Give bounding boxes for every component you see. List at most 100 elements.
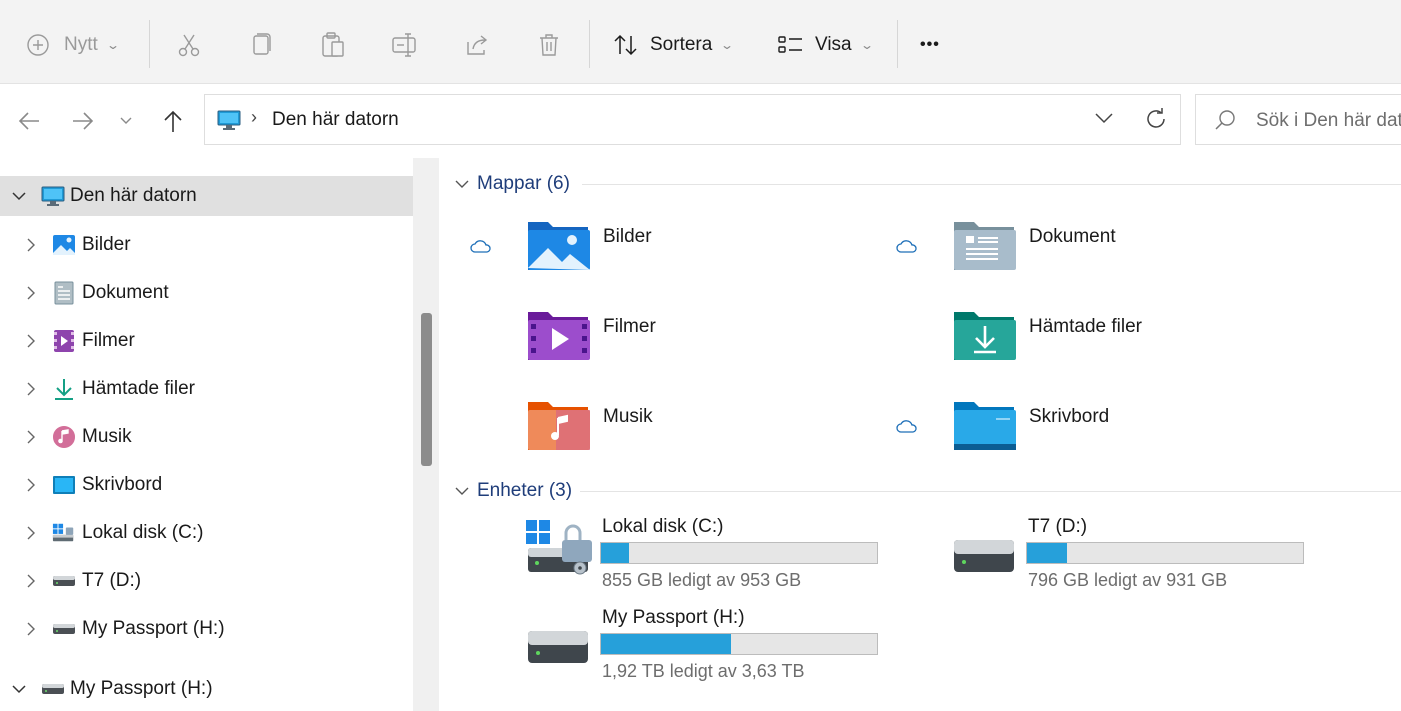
pictures-folder-icon	[526, 218, 590, 277]
cut-button[interactable]	[176, 20, 202, 70]
chevron-down-icon	[455, 487, 469, 496]
paste-button[interactable]	[320, 20, 346, 70]
arrow-right-icon	[72, 111, 94, 131]
tree-item-this-pc[interactable]: Den här datorn	[0, 176, 413, 216]
share-button[interactable]	[464, 20, 490, 70]
search-icon	[1214, 109, 1236, 136]
drive-icon	[952, 538, 1016, 579]
folder-tile-videos[interactable]: Filmer	[526, 308, 946, 378]
chevron-down-icon: ⌄	[105, 38, 120, 52]
new-button[interactable]: Nytt ⌄	[26, 20, 120, 70]
pictures-icon	[52, 233, 76, 257]
music-icon	[52, 425, 76, 449]
chevron-right-icon[interactable]	[23, 285, 39, 301]
tree-item-pictures[interactable]: Bilder	[0, 225, 413, 265]
address-history-chevron-icon[interactable]	[1095, 111, 1113, 129]
toolbar-divider	[149, 20, 150, 68]
forward-button[interactable]	[68, 104, 98, 138]
desktop-folder-icon	[952, 398, 1016, 457]
tree-item-my-passport-root[interactable]: My Passport (H:)	[0, 669, 413, 709]
tree-item-local-disk-c[interactable]: Lokal disk (C:)	[0, 513, 413, 553]
this-pc-icon	[41, 184, 65, 208]
arrow-up-icon	[162, 109, 184, 133]
rename-button[interactable]	[391, 20, 419, 70]
tree-item-music[interactable]: Musik	[0, 417, 413, 457]
drive-free-space: 1,92 TB ledigt av 3,63 TB	[602, 661, 805, 681]
address-bar[interactable]: › Den här datorn	[204, 94, 1181, 145]
chevron-down-icon[interactable]	[11, 681, 27, 697]
tree-item-label: My Passport (H:)	[82, 618, 225, 639]
sort-button[interactable]: Sortera ⌄	[612, 20, 734, 70]
chevron-right-icon[interactable]	[23, 237, 39, 253]
downloads-folder-icon	[952, 308, 1016, 367]
tree-item-label: Filmer	[82, 330, 135, 351]
view-list-icon	[778, 34, 804, 56]
chevron-right-icon[interactable]	[23, 477, 39, 493]
drive-tile-my-passport-h[interactable]: My Passport (H:) 1,92 TB ledigt av 3,63 …	[526, 607, 946, 695]
recent-locations-button[interactable]	[116, 104, 136, 138]
tree-item-videos[interactable]: Filmer	[0, 321, 413, 361]
search-box[interactable]: Sök i Den här datorn	[1195, 94, 1401, 145]
back-button[interactable]	[14, 104, 44, 138]
search-placeholder: Sök i Den här datorn	[1256, 110, 1401, 131]
tree-item-label: Bilder	[82, 234, 131, 255]
tree-item-my-passport-h[interactable]: My Passport (H:)	[0, 609, 413, 649]
folder-tile-music[interactable]: Musik	[526, 398, 946, 468]
chevron-right-icon[interactable]	[23, 429, 39, 445]
devices-group-header[interactable]: Enheter (3)	[455, 478, 572, 504]
chevron-right-icon[interactable]	[23, 525, 39, 541]
tree-item-label: Den här datorn	[70, 185, 197, 206]
view-button[interactable]: Visa ⌄	[778, 20, 874, 70]
folders-group-header[interactable]: Mappar (6)	[455, 171, 570, 197]
view-button-label: Visa	[815, 34, 852, 55]
tree-item-documents[interactable]: Dokument	[0, 273, 413, 313]
cloud-sync-icon	[896, 239, 918, 258]
sort-button-label: Sortera	[650, 34, 713, 55]
tree-item-label: Hämtade filer	[82, 378, 195, 399]
folder-tile-documents[interactable]: Dokument	[952, 218, 1372, 288]
more-options-button[interactable]: •••	[920, 20, 940, 70]
sort-arrows-icon	[612, 32, 640, 58]
chevron-down-icon	[120, 117, 132, 125]
system-drive-icon	[52, 521, 76, 545]
folder-label: Bilder	[603, 226, 652, 247]
videos-folder-icon	[526, 308, 590, 367]
drive-free-space: 855 GB ledigt av 953 GB	[602, 570, 802, 590]
refresh-icon[interactable]	[1145, 107, 1167, 136]
copy-icon	[249, 32, 273, 58]
chevron-right-icon[interactable]	[23, 381, 39, 397]
chevron-right-icon[interactable]	[23, 621, 39, 637]
copy-button[interactable]	[249, 20, 273, 70]
drive-usage-bar	[600, 542, 878, 564]
chevron-right-icon[interactable]	[23, 573, 39, 589]
this-pc-icon	[217, 109, 241, 136]
drive-icon	[41, 677, 65, 701]
up-button[interactable]	[158, 104, 188, 138]
videos-icon	[52, 329, 76, 353]
more-icon: •••	[920, 36, 940, 53]
breadcrumb-this-pc[interactable]: Den här datorn	[272, 109, 399, 131]
tree-item-t7-d[interactable]: T7 (D:)	[0, 561, 413, 601]
scissors-icon	[176, 32, 202, 58]
chevron-down-icon	[455, 180, 469, 189]
tree-item-downloads[interactable]: Hämtade filer	[0, 369, 413, 409]
folder-label: Dokument	[1029, 226, 1116, 247]
chevron-right-icon[interactable]	[23, 333, 39, 349]
toolbar-divider	[589, 20, 590, 68]
folder-tile-downloads[interactable]: Hämtade filer	[952, 308, 1372, 378]
sidebar-scrollbar-thumb[interactable]	[421, 313, 432, 466]
group-divider	[580, 491, 1401, 492]
tree-item-desktop[interactable]: Skrivbord	[0, 465, 413, 505]
drive-tile-t7-d[interactable]: T7 (D:) 796 GB ledigt av 931 GB	[952, 516, 1372, 604]
breadcrumb-separator: ›	[251, 107, 257, 127]
chevron-down-icon[interactable]	[11, 188, 27, 204]
drive-tile-local-disk-c[interactable]: Lokal disk (C:) 855 GB ledigt av 953 GB	[526, 516, 946, 604]
drive-label: My Passport (H:)	[602, 607, 745, 628]
tree-item-label: Musik	[82, 426, 132, 447]
folder-tile-pictures[interactable]: Bilder	[526, 218, 946, 288]
group-header-label: Mappar (6)	[477, 173, 570, 194]
tree-item-label: Dokument	[82, 282, 169, 303]
delete-button[interactable]	[537, 20, 561, 70]
folder-tile-desktop[interactable]: Skrivbord	[952, 398, 1372, 468]
drive-free-space: 796 GB ledigt av 931 GB	[1028, 570, 1228, 590]
